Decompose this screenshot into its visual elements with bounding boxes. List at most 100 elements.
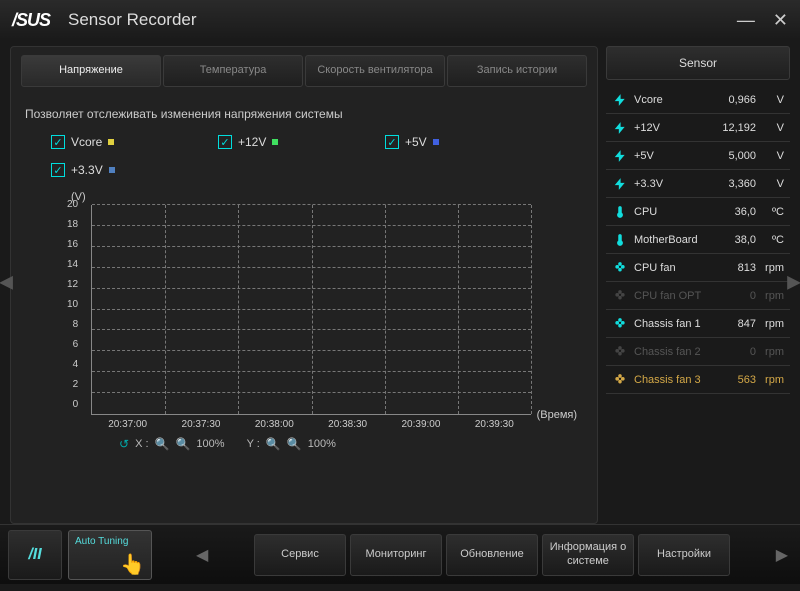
sensor-row-CPU: CPU36,0 ºC — [606, 198, 790, 226]
panel-left-arrow[interactable]: ◀ — [0, 272, 14, 293]
cursor-icon: 👆 — [120, 552, 145, 577]
y-tick: 18 — [67, 220, 78, 230]
tab-3[interactable]: Запись истории — [447, 55, 587, 87]
sensor-row-Chassis-fan-3: Chassis fan 3563rpm — [606, 366, 790, 394]
series-color-icon — [433, 139, 439, 145]
sensor-value: 563 — [738, 374, 756, 386]
checkbox-icon: ✓ — [51, 135, 65, 149]
voltage-check-Vcore[interactable]: ✓Vcore — [51, 135, 218, 149]
sensor-value: 36,0 — [735, 206, 756, 218]
zoom-y-label: Y : — [247, 438, 260, 450]
menu-button-3[interactable]: Информация о системе — [542, 534, 634, 576]
toolbar-right-arrow[interactable]: ▶ — [772, 545, 792, 565]
zoom-controls: ↺ X : 🔍 🔍 100% Y : 🔍 🔍 100% — [119, 437, 336, 451]
app-window: /SUS Sensor Recorder — ✕ ◀ НапряжениеТем… — [0, 0, 800, 591]
sensor-name: +3.3V — [634, 178, 728, 190]
bolt-icon — [612, 176, 628, 192]
sensor-unit: rpm — [760, 374, 784, 386]
sensor-name: CPU fan OPT — [634, 290, 750, 302]
y-tick: 16 — [67, 240, 78, 250]
menu-buttons: СервисМониторингОбновлениеИнформация о с… — [212, 534, 771, 576]
bolt-icon — [612, 120, 628, 136]
sensor-row-CPU-fan: CPU fan813rpm — [606, 254, 790, 282]
sensor-unit: ºC — [760, 234, 784, 246]
auto-tuning-label: Auto Tuning — [75, 536, 128, 547]
x-tick: 20:39:00 — [402, 419, 441, 430]
auto-tuning-button[interactable]: Auto Tuning 👆 — [68, 530, 152, 580]
voltage-label: +3.3V — [71, 163, 103, 177]
sensor-row-+5V: +5V5,000V — [606, 142, 790, 170]
zoom-out-x-icon[interactable]: 🔍 — [175, 437, 190, 451]
title-bar: /SUS Sensor Recorder — ✕ — [0, 0, 800, 40]
series-color-icon — [109, 167, 115, 173]
zoom-y-value: 100% — [308, 438, 336, 450]
x-tick: 20:39:30 — [475, 419, 514, 430]
fan-icon — [612, 260, 628, 276]
voltage-checkboxes: ✓Vcore✓+12V✓+5V ✓ +3.3V — [21, 135, 587, 191]
checkbox-icon: ✓ — [51, 163, 65, 177]
checkbox-icon: ✓ — [218, 135, 232, 149]
bolt-icon — [612, 92, 628, 108]
sensor-header: Sensor — [606, 46, 790, 80]
y-tick: 10 — [67, 300, 78, 310]
zoom-in-y-icon[interactable]: 🔍 — [266, 437, 281, 451]
menu-button-1[interactable]: Мониторинг — [350, 534, 442, 576]
series-color-icon — [108, 139, 114, 145]
sensor-value: 0,966 — [728, 94, 756, 106]
sensor-unit: ºC — [760, 206, 784, 218]
x-tick: 20:37:30 — [182, 419, 221, 430]
sensor-unit: V — [760, 122, 784, 134]
sensor-name: CPU — [634, 206, 735, 218]
fan-icon — [612, 372, 628, 388]
window-title: Sensor Recorder — [68, 10, 197, 30]
x-axis: 20:37:0020:37:3020:38:0020:38:3020:39:00… — [91, 419, 531, 430]
y-tick: 14 — [67, 260, 78, 270]
tab-description: Позволяет отслеживать изменения напряжен… — [21, 97, 587, 135]
sensor-name: +5V — [634, 150, 728, 162]
zoom-out-y-icon[interactable]: 🔍 — [287, 437, 302, 451]
sensor-unit: rpm — [760, 290, 784, 302]
voltage-check-+5V[interactable]: ✓+5V — [385, 135, 552, 149]
panel-right-arrow[interactable]: ▶ — [786, 272, 800, 293]
voltage-check-+12V[interactable]: ✓+12V — [218, 135, 385, 149]
sensor-row-Chassis-fan-1: Chassis fan 1847 rpm — [606, 310, 790, 338]
sensor-row-MotherBoard: MotherBoard38,0ºC — [606, 226, 790, 254]
content-area: ◀ НапряжениеТемператураСкорость вентилят… — [0, 40, 800, 524]
close-button[interactable]: ✕ — [773, 10, 788, 31]
series-color-icon — [272, 139, 278, 145]
menu-button-4[interactable]: Настройки — [638, 534, 730, 576]
sensor-name: Vcore — [634, 94, 728, 106]
zoom-in-x-icon[interactable]: 🔍 — [155, 437, 170, 451]
sensor-row-+3.3V: +3.3V3,360V — [606, 170, 790, 198]
sensor-name: +12V — [634, 122, 722, 134]
sensor-value: 0 — [750, 290, 756, 302]
reset-zoom-icon[interactable]: ↺ — [119, 437, 129, 451]
y-tick: 12 — [67, 280, 78, 290]
fan-icon — [612, 288, 628, 304]
asus-logo: /SUS — [12, 10, 50, 31]
menu-button-0[interactable]: Сервис — [254, 534, 346, 576]
sensor-unit: V — [760, 178, 784, 190]
y-tick: 4 — [67, 360, 78, 370]
fan-icon — [612, 344, 628, 360]
fan-icon — [612, 316, 628, 332]
sensor-value: 847 — [738, 318, 756, 330]
tab-2[interactable]: Скорость вентилятора — [305, 55, 445, 87]
tab-1[interactable]: Температура — [163, 55, 303, 87]
y-tick: 8 — [67, 320, 78, 330]
ai-suite-logo-button[interactable]: /II — [8, 530, 62, 580]
minimize-button[interactable]: — — [737, 10, 755, 31]
chart-grid — [91, 205, 531, 415]
sensor-row-Chassis-fan-2: Chassis fan 20rpm — [606, 338, 790, 366]
temp-icon — [612, 204, 628, 220]
sensor-name: Chassis fan 1 — [634, 318, 738, 330]
tab-0[interactable]: Напряжение — [21, 55, 161, 87]
y-axis: 20181614121086420 — [67, 205, 78, 415]
voltage-check-+3.3V[interactable]: ✓ +3.3V — [51, 163, 218, 177]
sensor-name: Chassis fan 2 — [634, 346, 750, 358]
sensor-unit: rpm — [760, 346, 784, 358]
y-tick: 0 — [67, 400, 78, 410]
menu-button-2[interactable]: Обновление — [446, 534, 538, 576]
toolbar-left-arrow[interactable]: ◀ — [192, 545, 212, 565]
sensor-unit: rpm — [760, 318, 784, 330]
